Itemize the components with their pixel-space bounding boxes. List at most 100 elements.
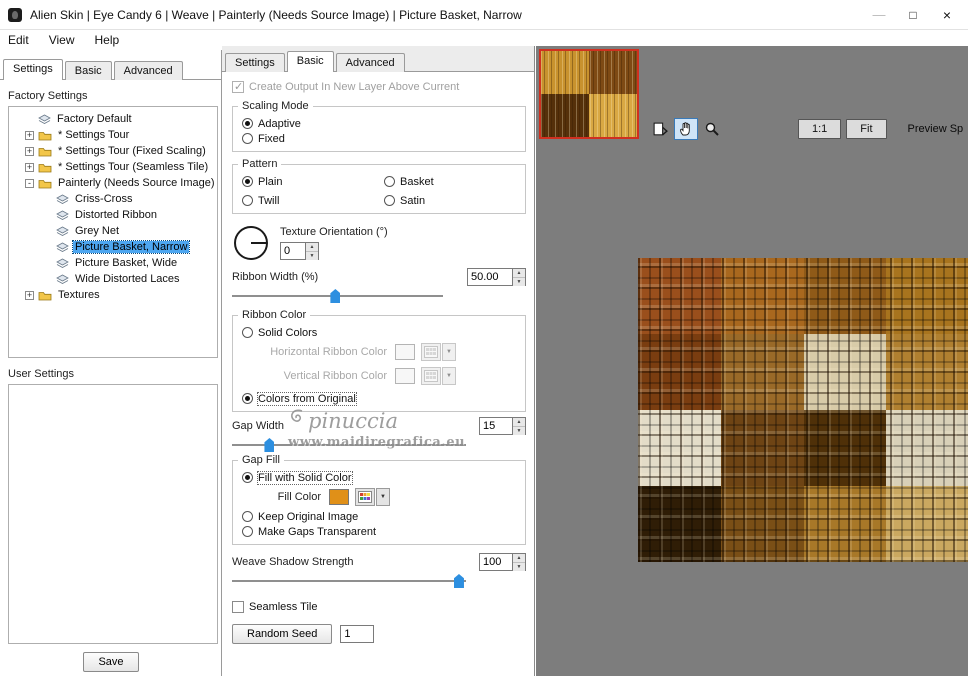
zoom-tool-icon[interactable] xyxy=(700,118,724,140)
hand-tool-icon[interactable] xyxy=(674,118,698,140)
preset-icon xyxy=(56,274,69,285)
ribbon-color-group: Ribbon Color Solid Colors Horizontal Rib… xyxy=(232,309,526,412)
radio-icon xyxy=(242,526,253,537)
new-layer-checkbox[interactable]: Create Output In New Layer Above Current xyxy=(232,80,526,94)
texture-orientation-input[interactable] xyxy=(280,242,306,260)
folder-icon xyxy=(38,290,52,301)
slider-thumb[interactable] xyxy=(264,438,275,452)
radio-fill-solid-color[interactable]: Fill with Solid Color xyxy=(239,470,519,485)
random-seed-input[interactable] xyxy=(340,625,375,643)
controls-tab-basic[interactable]: Basic xyxy=(286,51,334,72)
radio-icon xyxy=(242,472,253,483)
tree-item-distorted-ribbon[interactable]: Distorted Ribbon xyxy=(9,207,217,223)
tree-item-label: Distorted Ribbon xyxy=(75,209,157,221)
tree-item-settings-tour-seamless[interactable]: + * Settings Tour (Seamless Tile) xyxy=(9,159,217,175)
radio-colors-from-original-label: Colors from Original xyxy=(257,391,357,406)
controls-tab-settings[interactable]: Settings xyxy=(225,53,285,72)
radio-make-transparent[interactable]: Make Gaps Transparent xyxy=(239,524,519,539)
presets-tab-basic[interactable]: Basic xyxy=(64,61,112,80)
tree-item-painterly[interactable]: - Painterly (Needs Source Image) xyxy=(9,175,217,191)
expand-toggle-icon[interactable]: + xyxy=(25,162,34,172)
controls-tab-advanced[interactable]: Advanced xyxy=(335,53,405,72)
original-preview-icon[interactable] xyxy=(648,118,672,140)
menu-view[interactable]: View xyxy=(49,33,75,47)
preset-thumbnail[interactable] xyxy=(539,49,639,139)
radio-colors-from-original[interactable]: Colors from Original xyxy=(239,391,519,406)
expand-toggle-icon[interactable]: + xyxy=(25,146,34,156)
tree-item-criss-cross[interactable]: Criss-Cross xyxy=(9,191,217,207)
menu-help[interactable]: Help xyxy=(94,33,119,47)
minimize-button[interactable]: — xyxy=(862,1,896,29)
vertical-ribbon-color-label: Vertical Ribbon Color xyxy=(283,370,387,382)
tree-item-settings-tour-fixed[interactable]: + * Settings Tour (Fixed Scaling) xyxy=(9,143,217,159)
vertical-ribbon-color-row: Vertical Ribbon Color ▼ xyxy=(239,364,519,388)
tree-item-label-selected: Picture Basket, Narrow xyxy=(71,240,191,254)
folder-icon xyxy=(38,146,52,157)
tree-item-grey-net[interactable]: Grey Net xyxy=(9,223,217,239)
app-window: Alien Skin | Eye Candy 6 | Weave | Paint… xyxy=(0,0,968,676)
gap-width-input[interactable] xyxy=(479,417,513,435)
menu-edit[interactable]: Edit xyxy=(8,33,29,47)
radio-basket-label: Basket xyxy=(400,175,434,188)
tree-item-picture-basket-narrow[interactable]: Picture Basket, Narrow xyxy=(9,239,217,255)
collapse-toggle-icon[interactable]: - xyxy=(25,178,34,188)
radio-basket[interactable]: Basket xyxy=(381,174,519,189)
radio-adaptive-label: Adaptive xyxy=(258,117,301,130)
spinner-icon[interactable]: ▲ ▼ xyxy=(513,268,526,286)
presets-tab-settings[interactable]: Settings xyxy=(3,59,63,80)
radio-keep-original[interactable]: Keep Original Image xyxy=(239,509,519,524)
seamless-tile-label: Seamless Tile xyxy=(249,601,318,613)
preview-image[interactable] xyxy=(638,258,968,562)
slider-thumb[interactable] xyxy=(453,574,464,588)
random-seed-button[interactable]: Random Seed xyxy=(232,624,333,644)
fill-color-swatch[interactable] xyxy=(329,489,349,505)
orientation-dial[interactable] xyxy=(234,226,268,260)
radio-solid-colors[interactable]: Solid Colors xyxy=(239,325,519,340)
expand-toggle-icon[interactable]: + xyxy=(25,290,34,300)
radio-fixed[interactable]: Fixed xyxy=(239,131,519,146)
window-controls: — □ × xyxy=(862,1,964,29)
expand-toggle-icon[interactable]: + xyxy=(25,130,34,140)
preset-icon xyxy=(56,258,69,269)
radio-adaptive[interactable]: Adaptive xyxy=(239,116,519,131)
thumbnail-grid xyxy=(541,51,637,137)
chevron-down-icon: ▼ xyxy=(442,343,456,361)
spinner-icon[interactable]: ▲ ▼ xyxy=(513,417,526,435)
tree-item-factory-default[interactable]: Factory Default xyxy=(9,111,217,127)
chevron-down-icon[interactable]: ▼ xyxy=(376,488,390,506)
scaling-mode-legend: Scaling Mode xyxy=(238,100,313,112)
slider-thumb[interactable] xyxy=(330,289,341,303)
folder-icon xyxy=(38,130,52,141)
preview-area[interactable]: 1:1 Fit Preview Sp xyxy=(536,46,968,676)
radio-satin[interactable]: Satin xyxy=(381,193,519,208)
palette-icon xyxy=(421,343,441,361)
radio-twill[interactable]: Twill xyxy=(239,193,381,208)
folder-icon xyxy=(38,162,52,173)
maximize-button[interactable]: □ xyxy=(896,1,930,29)
tree-item-settings-tour[interactable]: + * Settings Tour xyxy=(9,127,217,143)
save-button[interactable]: Save xyxy=(83,652,139,672)
weave-shadow-slider[interactable] xyxy=(232,574,466,588)
zoom-1to1-button[interactable]: 1:1 xyxy=(798,119,842,139)
seamless-tile-checkbox[interactable]: Seamless Tile xyxy=(232,600,526,614)
tree-item-picture-basket-wide[interactable]: Picture Basket, Wide xyxy=(9,255,217,271)
spinner-icon[interactable]: ▲ ▼ xyxy=(306,242,319,260)
zoom-fit-button[interactable]: Fit xyxy=(846,119,887,139)
user-settings-list[interactable] xyxy=(8,384,218,644)
close-button[interactable]: × xyxy=(930,1,964,29)
weave-shadow-control: Weave Shadow Strength ▲▼ xyxy=(232,553,526,588)
radio-plain[interactable]: Plain xyxy=(239,174,381,189)
gap-width-slider[interactable] xyxy=(232,438,466,452)
checkbox-icon xyxy=(232,601,244,613)
tree-item-wide-distorted-laces[interactable]: Wide Distorted Laces xyxy=(9,271,217,287)
radio-fill-solid-label: Fill with Solid Color xyxy=(257,470,353,485)
palette-icon[interactable] xyxy=(355,488,375,506)
ribbon-width-input[interactable] xyxy=(467,268,513,286)
spinner-icon[interactable]: ▲ ▼ xyxy=(513,553,526,571)
ribbon-width-slider[interactable] xyxy=(232,289,443,303)
presets-tab-advanced[interactable]: Advanced xyxy=(113,61,183,80)
tree-item-textures[interactable]: + Textures xyxy=(9,287,217,303)
tree-item-label: Wide Distorted Laces xyxy=(75,273,180,285)
weave-shadow-input[interactable] xyxy=(479,553,513,571)
random-seed-control: Random Seed xyxy=(232,624,526,644)
